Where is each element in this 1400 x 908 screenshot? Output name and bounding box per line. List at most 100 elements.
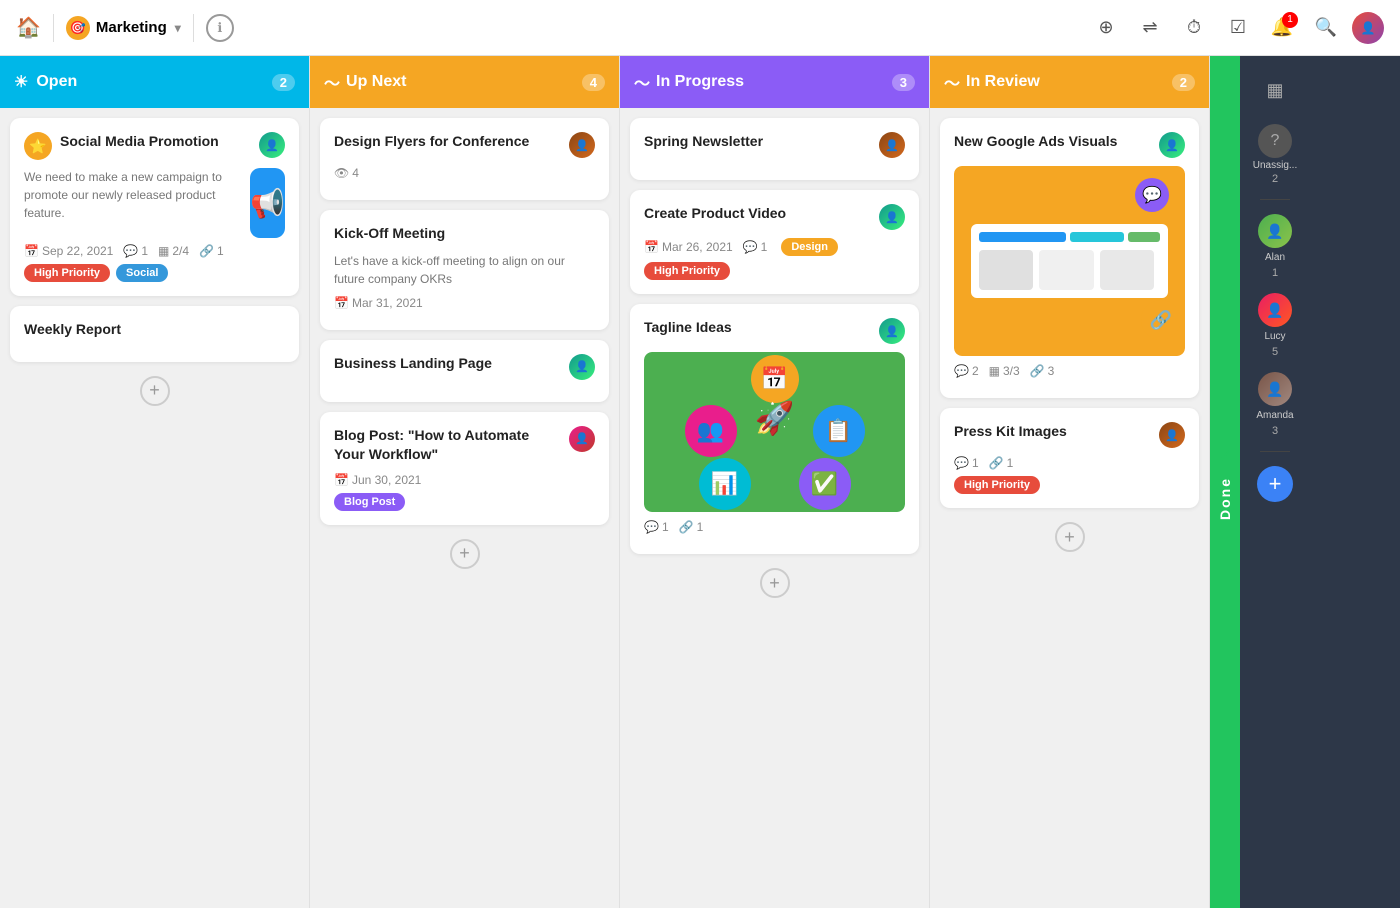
card-title: Blog Post: "How to Automate Your Workflo… <box>334 426 561 465</box>
layout-toggle-button[interactable]: ▦ <box>1255 70 1295 110</box>
meta-attach: 🔗 1 <box>679 520 704 534</box>
card-meta: 📅 Sep 22, 2021 💬 1 ▦ 2/4 🔗 1 <box>24 244 285 258</box>
info-button[interactable]: ℹ <box>206 14 234 42</box>
card-header: Create Product Video 👤 <box>644 204 905 230</box>
inreview-title: In Review <box>966 73 1172 91</box>
right-area: ✓ Done ▦ ? Unassig... 2 👤 Alan 1 <box>1210 56 1400 908</box>
workspace-chevron: ▾ <box>175 21 181 35</box>
card-tags: High Priority Social <box>24 264 285 282</box>
alan-avatar: 👤 <box>1258 214 1292 248</box>
card-header: New Google Ads Visuals 👤 <box>954 132 1185 158</box>
workspace-name: Marketing <box>96 19 167 36</box>
home-icon[interactable]: 🏠 <box>16 15 41 40</box>
user-avatar[interactable]: 👤 <box>1352 12 1384 44</box>
timer-button[interactable]: ⏱ <box>1176 10 1212 46</box>
nav-actions: ⊕ ⇌ ⏱ ☑ 🔔 1 🔍 👤 <box>1088 10 1384 46</box>
card-meta: 📅 Mar 26, 2021 💬 1 Design <box>644 238 905 256</box>
card-meta: 👁 4 <box>334 166 595 180</box>
meta-comments: 💬 1 <box>743 240 768 254</box>
card-kickoff[interactable]: Kick-Off Meeting Let's have a kick-off m… <box>320 210 609 330</box>
card-title: Tagline Ideas <box>644 318 871 338</box>
layout-button[interactable]: ⇌ <box>1132 10 1168 46</box>
card-product-video[interactable]: Create Product Video 👤 📅 Mar 26, 2021 💬 … <box>630 190 919 294</box>
card-tagline-ideas[interactable]: Tagline Ideas 👤 📅 👥 📋 <box>630 304 919 554</box>
side-users-panel: ▦ ? Unassig... 2 👤 Alan 1 👤 Lucy 5 <box>1240 56 1310 908</box>
card-press-kit[interactable]: Press Kit Images 👤 💬 1 🔗 1 High Priority <box>940 408 1199 508</box>
card-meta: 📅 Mar 31, 2021 <box>334 296 595 310</box>
card-header: Design Flyers for Conference 👤 <box>334 132 595 158</box>
meta-date: 📅 Jun 30, 2021 <box>334 473 421 487</box>
card-spring-newsletter[interactable]: Spring Newsletter 👤 <box>630 118 919 180</box>
card-weekly-report[interactable]: Weekly Report <box>10 306 299 362</box>
card-business-landing[interactable]: Business Landing Page 👤 <box>320 340 609 402</box>
search-button[interactable]: 🔍 <box>1308 10 1344 46</box>
card-avatar: 👤 <box>879 204 905 230</box>
lucy-avatar: 👤 <box>1258 293 1292 327</box>
tagline-calendar-icon: 📅 <box>751 355 799 403</box>
done-column: ✓ Done <box>1210 56 1240 908</box>
add-user-button[interactable]: + <box>1257 466 1293 502</box>
meta-watch: 👁 4 <box>334 166 359 180</box>
card-header: Weekly Report <box>24 320 285 340</box>
tagline-check-icon: ✅ <box>799 458 851 510</box>
social-media-image: 📢 <box>250 168 285 238</box>
add-task-button[interactable]: ⊕ <box>1088 10 1124 46</box>
column-header-inreview: 〜 In Review 2 <box>930 56 1209 108</box>
add-card-inreview[interactable]: + <box>1055 522 1085 552</box>
tagline-rocket-icon: 🚀 <box>755 399 795 437</box>
card-title: Social Media Promotion <box>60 132 219 152</box>
card-header: Spring Newsletter 👤 <box>644 132 905 158</box>
user-filter-lucy[interactable]: 👤 Lucy 5 <box>1258 293 1292 358</box>
meta-comments: 💬 1 <box>954 456 979 470</box>
card-design-flyers[interactable]: Design Flyers for Conference 👤 👁 4 <box>320 118 609 200</box>
board-container: ☀ Open 2 ⭐ Social Media Promotion 👤 We n… <box>0 56 1400 908</box>
unassigned-filter[interactable]: ? Unassig... 2 <box>1253 124 1297 185</box>
tagline-image: 📅 👥 📋 📊 ✅ 🚀 <box>644 352 905 512</box>
tag-blogpost: Blog Post <box>334 493 405 511</box>
card-tags: High Priority <box>954 476 1185 494</box>
card-meta: 📅 Jun 30, 2021 <box>334 473 595 487</box>
divider2 <box>1260 451 1290 452</box>
card-avatar: 👤 <box>259 132 285 158</box>
card-tags: High Priority <box>644 262 905 280</box>
card-title: New Google Ads Visuals <box>954 132 1151 152</box>
upnext-count: 4 <box>582 74 605 91</box>
open-icon: ☀ <box>14 72 28 92</box>
user-filter-alan[interactable]: 👤 Alan 1 <box>1258 214 1292 279</box>
workspace-selector[interactable]: 🎯 Marketing ▾ <box>66 16 181 40</box>
card-title: Design Flyers for Conference <box>334 132 561 152</box>
add-card-upnext[interactable]: + <box>450 539 480 569</box>
alan-name: Alan <box>1265 252 1285 263</box>
card-avatar: 👤 <box>569 132 595 158</box>
meta-attach: 🔗 1 <box>989 456 1014 470</box>
card-title: Weekly Report <box>24 320 285 340</box>
card-title: Create Product Video <box>644 204 871 224</box>
card-header: Press Kit Images 👤 <box>954 422 1185 448</box>
column-header-open: ☀ Open 2 <box>0 56 309 108</box>
user-filter-amanda[interactable]: 👤 Amanda 3 <box>1256 372 1293 437</box>
divider1 <box>1260 199 1290 200</box>
meta-date: 📅 Mar 31, 2021 <box>334 296 423 310</box>
card-title: Business Landing Page <box>334 354 561 374</box>
add-card-open[interactable]: + <box>140 376 170 406</box>
add-card-inprogress[interactable]: + <box>760 568 790 598</box>
card-social-media[interactable]: ⭐ Social Media Promotion 👤 We need to ma… <box>10 118 299 296</box>
done-label: Done <box>1217 477 1233 520</box>
google-ads-image: 💬 🔗 <box>954 166 1185 356</box>
check-button[interactable]: ☑ <box>1220 10 1256 46</box>
card-google-ads[interactable]: New Google Ads Visuals 👤 <box>940 118 1199 398</box>
card-blog-post[interactable]: Blog Post: "How to Automate Your Workflo… <box>320 412 609 525</box>
card-header: Blog Post: "How to Automate Your Workflo… <box>334 426 595 465</box>
lucy-count: 5 <box>1272 346 1278 358</box>
inprogress-cards: Spring Newsletter 👤 Create Product Video… <box>620 108 929 908</box>
card-avatar: 👤 <box>569 426 595 452</box>
notifications-button[interactable]: 🔔 1 <box>1264 10 1300 46</box>
card-header: ⭐ Social Media Promotion 👤 <box>24 132 285 160</box>
card-meta: 💬 1 🔗 1 <box>644 520 905 534</box>
done-check-icon: ✓ <box>1217 444 1234 469</box>
card-meta: 💬 2 ▦ 3/3 🔗 3 <box>954 364 1185 378</box>
card-avatar: 👤 <box>569 354 595 380</box>
nav-divider2 <box>193 14 194 42</box>
card-desc: We need to make a new campaign to promot… <box>24 168 232 222</box>
upnext-cards: Design Flyers for Conference 👤 👁 4 Kick-… <box>310 108 619 908</box>
